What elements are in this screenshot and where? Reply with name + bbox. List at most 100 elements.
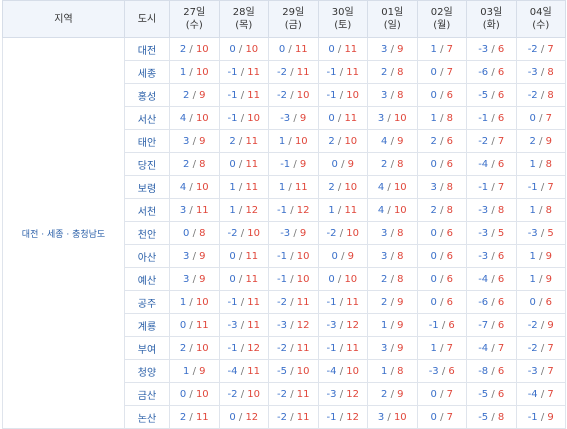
- temp-separator: /: [540, 365, 545, 377]
- min-temp: 0: [328, 273, 335, 285]
- temp-cell: 3 / 9: [169, 244, 220, 268]
- temp-separator: /: [539, 296, 543, 308]
- min-temp: -3: [478, 227, 489, 239]
- forecast-body: 대전 · 세종 · 충청남도 대전 2 / 10 0 / 10 0 / 11 0 / 11…: [2, 37, 566, 429]
- min-temp: 2: [381, 388, 388, 400]
- min-temp: 3: [179, 204, 187, 216]
- temp-cell: 0 / 11: [218, 244, 269, 268]
- min-temp: 2: [183, 158, 190, 170]
- min-temp: 0: [430, 89, 437, 101]
- temp-cell: 0 / 6: [416, 244, 467, 268]
- temp-separator: /: [189, 204, 193, 216]
- max-temp: 10: [346, 227, 359, 239]
- temp-cell: -2 / 11: [268, 336, 319, 360]
- temp-cell: 0 / 9: [317, 244, 368, 268]
- date-day: 28일: [232, 7, 255, 18]
- city-name: 아산: [124, 244, 170, 268]
- max-temp: 7: [545, 112, 552, 124]
- min-temp: 0: [430, 388, 437, 400]
- temp-cell: 0 / 6: [416, 221, 467, 245]
- min-temp: -5: [277, 365, 287, 377]
- min-temp: 4: [381, 135, 388, 147]
- temp-cell: 0 / 7: [416, 60, 467, 84]
- temp-separator: /: [341, 250, 345, 262]
- max-temp: 10: [296, 250, 310, 262]
- max-temp: 10: [296, 89, 310, 101]
- city-name: 부여: [124, 336, 170, 360]
- min-temp: 0: [328, 43, 335, 55]
- min-temp: 0: [430, 227, 437, 239]
- temp-cell: -2 / 7: [515, 37, 566, 61]
- city-name: 계룡: [124, 313, 170, 337]
- temp-cell: 3 / 8: [367, 221, 418, 245]
- temp-cell: -2 / 10: [218, 382, 269, 406]
- temp-cell: -4 / 6: [466, 267, 517, 291]
- temp-separator: /: [440, 112, 444, 124]
- temp-cell: -4 / 7: [515, 382, 566, 406]
- min-temp: -3: [326, 388, 337, 400]
- temp-separator: /: [339, 296, 344, 308]
- min-temp: -2: [277, 296, 287, 308]
- min-temp: -4: [527, 388, 538, 400]
- temp-separator: /: [240, 112, 245, 124]
- max-temp: 11: [247, 66, 260, 78]
- min-temp: -2: [527, 89, 538, 101]
- date-header: 01일 (일): [367, 0, 418, 38]
- max-temp: 8: [397, 250, 404, 262]
- temp-cell: -1 / 12: [218, 336, 269, 360]
- min-temp: 1: [278, 135, 286, 147]
- temp-separator: /: [491, 43, 495, 55]
- min-temp: -2: [326, 227, 337, 239]
- temp-cell: 4 / 10: [367, 198, 418, 222]
- min-temp: -1: [326, 411, 337, 423]
- min-temp: -1: [527, 411, 538, 423]
- temp-separator: /: [290, 388, 294, 400]
- max-temp: 11: [245, 250, 259, 262]
- max-temp: 6: [448, 365, 455, 377]
- max-temp: 11: [346, 66, 359, 78]
- weather-forecast-table: 지역 도시 27일 (수) 28일 (목) 29일 (금) 30일 (토) 01일 (일) 02일 (…: [2, 0, 566, 429]
- temp-separator: /: [189, 411, 193, 423]
- temp-separator: /: [440, 158, 444, 170]
- temp-cell: 2 / 8: [367, 267, 418, 291]
- min-temp: 1: [529, 273, 536, 285]
- max-temp: 8: [397, 89, 404, 101]
- temp-separator: /: [189, 388, 193, 400]
- min-temp: 2: [381, 273, 388, 285]
- min-temp: 0: [529, 296, 536, 308]
- temp-separator: /: [290, 89, 294, 101]
- temp-cell: -1 / 6: [416, 313, 467, 337]
- temp-separator: /: [238, 135, 243, 147]
- min-temp: 0: [229, 250, 236, 262]
- max-temp: 10: [296, 273, 310, 285]
- city-name: 대전: [124, 37, 170, 61]
- temp-separator: /: [491, 89, 495, 101]
- max-temp: 8: [397, 227, 404, 239]
- temp-separator: /: [192, 273, 196, 285]
- temp-cell: 0 / 7: [416, 382, 467, 406]
- temp-cell: 0 / 8: [169, 221, 220, 245]
- temp-separator: /: [189, 342, 193, 354]
- min-temp: 1: [229, 181, 236, 193]
- max-temp: 12: [346, 388, 359, 400]
- max-temp: 8: [547, 66, 554, 78]
- temp-separator: /: [440, 89, 444, 101]
- temp-separator: /: [339, 66, 344, 78]
- temp-cell: 3 / 10: [367, 405, 418, 429]
- temp-cell: 2 / 9: [367, 382, 418, 406]
- max-temp: 12: [296, 319, 310, 331]
- min-temp: 0: [430, 158, 437, 170]
- temp-cell: -5 / 8: [466, 405, 517, 429]
- max-temp: 11: [247, 365, 260, 377]
- max-temp: 11: [195, 411, 209, 423]
- temp-separator: /: [339, 319, 344, 331]
- temp-cell: -3 / 9: [268, 106, 319, 130]
- max-temp: 10: [393, 204, 407, 216]
- temp-separator: /: [540, 66, 545, 78]
- temp-separator: /: [390, 227, 394, 239]
- max-temp: 6: [497, 296, 505, 308]
- min-temp: -2: [527, 43, 538, 55]
- temp-cell: -1 / 11: [218, 83, 269, 107]
- min-temp: 2: [179, 342, 187, 354]
- temp-separator: /: [189, 43, 193, 55]
